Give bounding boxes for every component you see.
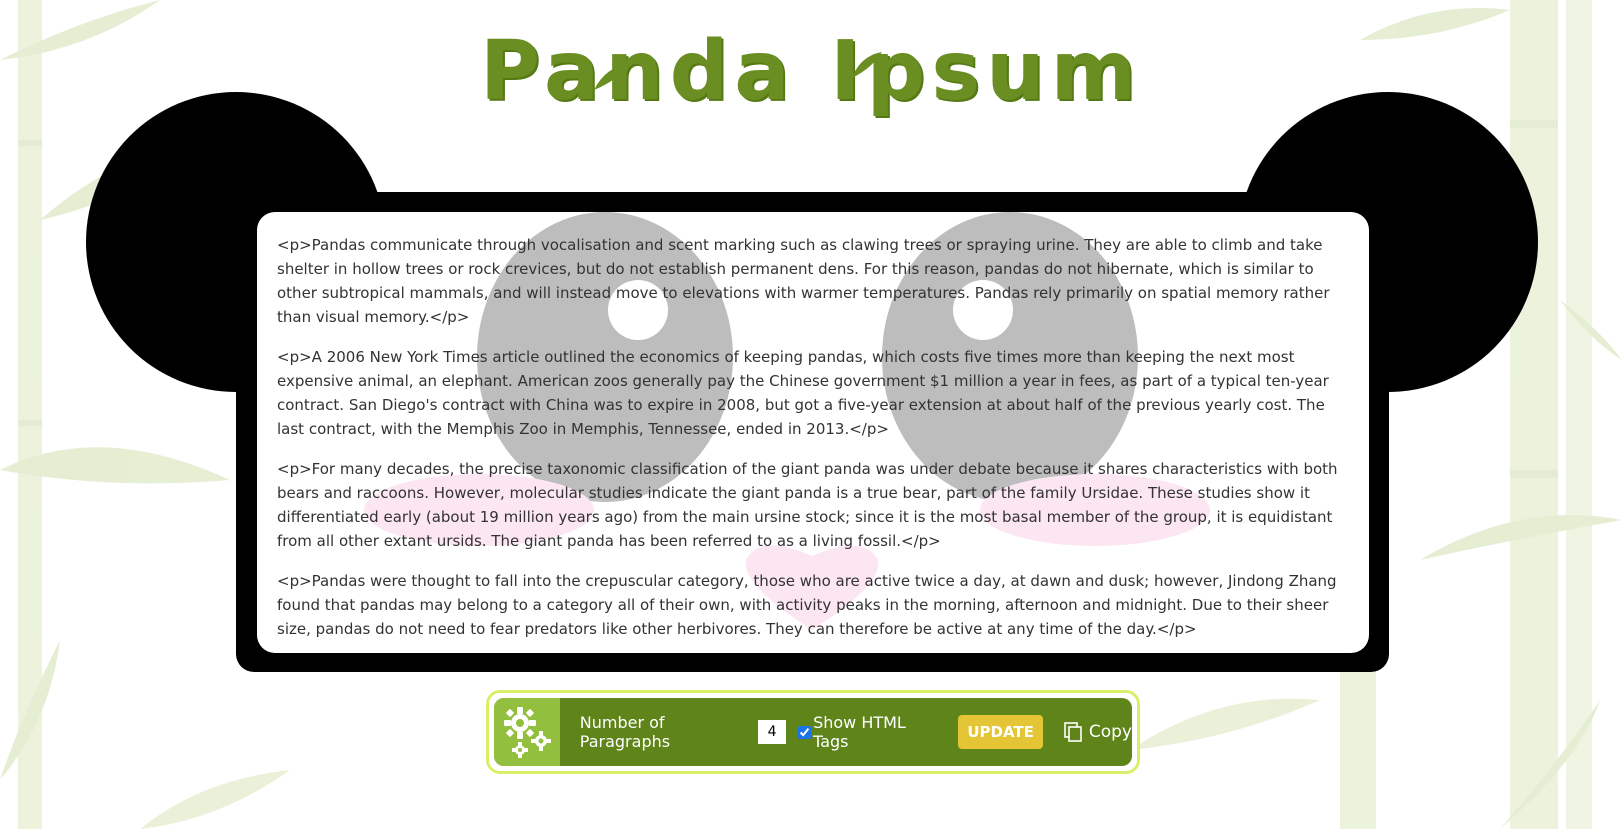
page-title: Panda Ipsum [479,24,1143,119]
show-html-tags-checkbox[interactable] [798,725,812,739]
copy-button[interactable]: Copy [1063,721,1132,743]
paragraphs-count-input[interactable] [758,720,787,744]
controls-bar: Number of Paragraphs Show HTML Tags UPDA… [486,690,1140,774]
settings-panel-icon-box [494,698,560,766]
controls-inner: Number of Paragraphs Show HTML Tags UPDA… [494,698,1132,766]
paragraphs-count-label: Number of Paragraphs [579,713,671,751]
paragraph: <p>For many decades, the precise taxonom… [277,460,1338,550]
copy-label: Copy [1088,722,1132,742]
paragraph: <p>A 2006 New York Times article outline… [277,348,1329,438]
copy-icon [1064,722,1082,742]
paragraph: <p>Pandas communicate through vocalisati… [277,236,1330,326]
paragraphs-container: <p>Pandas communicate through vocalisati… [257,212,1369,641]
leaf-icon [594,64,630,90]
gears-icon [503,707,551,758]
paragraph: <p>Pandas were thought to fall into the … [277,572,1337,638]
update-button[interactable]: UPDATE [958,715,1043,749]
text-output-panel[interactable]: <p>Pandas communicate through vocalisati… [257,212,1369,653]
show-html-tags-label[interactable]: Show HTML Tags [813,713,938,751]
leaf-icon [852,52,882,78]
